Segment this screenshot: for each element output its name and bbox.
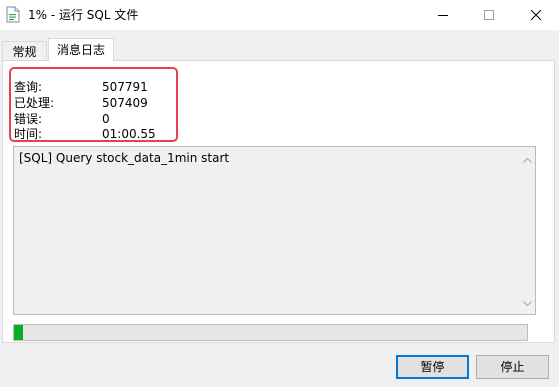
query-value: 507791 [102, 80, 148, 94]
title-bar: 1% - 运行 SQL 文件 [0, 0, 559, 30]
tab-message-log[interactable]: 消息日志 [48, 38, 114, 61]
minimize-icon [438, 15, 448, 16]
log-scrollbar[interactable] [520, 147, 535, 314]
time-value: 01:00.55 [102, 127, 156, 141]
errors-value: 0 [102, 112, 110, 126]
log-output[interactable]: [SQL] Query stock_data_1min start [13, 146, 536, 315]
sql-file-icon [6, 6, 20, 23]
tab-general[interactable]: 常规 [2, 41, 47, 59]
maximize-icon [484, 10, 494, 20]
progress-bar [13, 324, 528, 341]
close-button[interactable] [513, 0, 559, 30]
minimize-button[interactable] [420, 0, 466, 30]
scroll-down-icon[interactable] [523, 295, 532, 309]
log-line: [SQL] Query stock_data_1min start [19, 151, 230, 165]
progress-fill [14, 325, 23, 340]
query-label: 查询: [14, 80, 43, 94]
stop-button[interactable]: 停止 [476, 355, 549, 379]
close-icon [531, 10, 541, 20]
time-label: 时间: [14, 127, 43, 141]
processed-value: 507409 [102, 96, 148, 110]
window-title: 1% - 运行 SQL 文件 [28, 8, 139, 22]
scroll-up-icon[interactable] [523, 152, 532, 166]
maximize-button[interactable] [466, 0, 512, 30]
pause-button[interactable]: 暂停 [396, 355, 469, 379]
errors-label: 错误: [14, 112, 43, 126]
processed-label: 已处理: [14, 96, 55, 110]
